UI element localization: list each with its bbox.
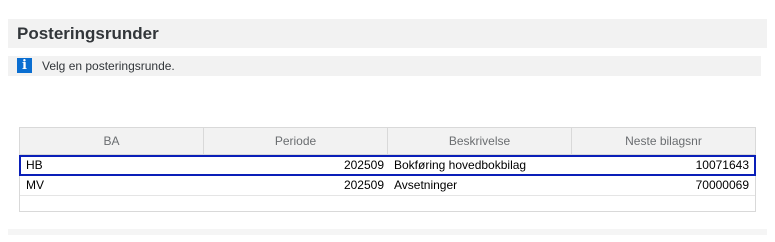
- column-header-ba[interactable]: BA: [20, 128, 204, 154]
- cell-periode: 202509: [343, 158, 384, 172]
- info-message-text: Velg en posteringsrunde.: [42, 59, 175, 73]
- page: Posteringsrunder i Velg en posteringsrun…: [0, 0, 775, 242]
- cell-beskrivelse: Bokføring hovedbokbilag: [394, 158, 527, 172]
- row-divider: [20, 195, 755, 196]
- cell-neste-bilagsnr: 10071643: [695, 158, 749, 172]
- cell-beskrivelse: Avsetninger: [394, 178, 458, 192]
- posting-runs-table: BA Periode Beskrivelse Neste bilagsnr HB…: [19, 127, 756, 212]
- info-icon: i: [17, 58, 32, 73]
- info-message-bar: i Velg en posteringsrunde.: [8, 56, 761, 76]
- footer-strip: [8, 229, 767, 235]
- table-row[interactable]: MV 202509 Avsetninger 70000069: [20, 176, 755, 195]
- cell-ba: HB: [26, 158, 43, 172]
- title-bar: Posteringsrunder: [8, 19, 767, 48]
- column-header-neste-bilagsnr[interactable]: Neste bilagsnr: [572, 128, 755, 154]
- cell-periode: 202509: [343, 178, 384, 192]
- cell-neste-bilagsnr: 70000069: [695, 178, 749, 192]
- page-title: Posteringsrunder: [17, 24, 159, 43]
- column-header-beskrivelse[interactable]: Beskrivelse: [388, 128, 572, 154]
- table-header: BA Periode Beskrivelse Neste bilagsnr: [20, 128, 755, 155]
- cell-ba: MV: [26, 178, 44, 192]
- table-row[interactable]: HB 202509 Bokføring hovedbokbilag 100716…: [19, 155, 756, 176]
- column-header-periode[interactable]: Periode: [204, 128, 388, 154]
